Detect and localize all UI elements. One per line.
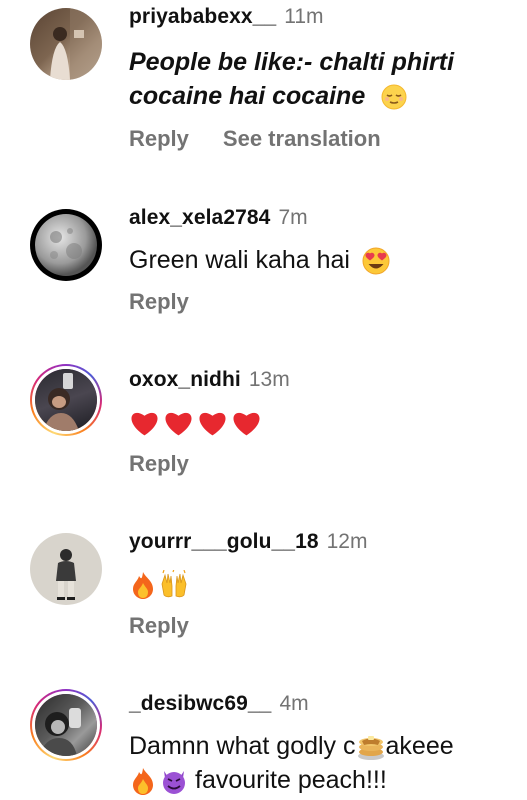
comment-meta: yourrr___golu__18 12m — [129, 530, 367, 554]
comment-text-line: Damnn what godly c akeee — [129, 729, 454, 763]
comment-text-line: People be like:- chalti phirti — [129, 48, 455, 76]
reply-button[interactable]: Reply — [129, 451, 189, 476]
avatar[interactable] — [30, 533, 102, 605]
fire-emoji — [133, 768, 153, 796]
avatar[interactable] — [30, 209, 102, 281]
comment-text-line: cocaine hai cocaine — [129, 79, 454, 113]
timestamp: 4m — [279, 692, 309, 715]
comment-actions: Reply See translation — [129, 126, 381, 152]
reply-button[interactable]: Reply — [129, 289, 189, 314]
reply-button[interactable]: Reply — [129, 613, 189, 638]
username[interactable]: priyababexx__ — [129, 5, 276, 28]
see-translation-button[interactable]: See translation — [223, 126, 381, 151]
avatar-photo — [30, 8, 102, 80]
red-heart-emoji — [131, 413, 158, 436]
pancakes-emoji — [357, 736, 384, 761]
comment-meta: _desibwc69__ 4m — [129, 692, 309, 716]
avatar-photo — [35, 369, 97, 431]
heart-eyes-emoji — [362, 247, 390, 275]
comment-text-line: favourite peach!!! — [129, 763, 454, 797]
comment-actions: Reply — [129, 451, 189, 477]
fire-emoji — [133, 572, 153, 600]
avatar[interactable] — [30, 8, 102, 80]
relieved-face-emoji — [381, 84, 407, 110]
avatar-photo — [30, 209, 102, 281]
reply-button[interactable]: Reply — [129, 126, 189, 151]
avatar-photo — [35, 694, 97, 756]
timestamp: 11m — [284, 5, 324, 28]
username[interactable]: alex_xela2784 — [129, 206, 270, 229]
comment-text: Green wali kaha hai — [129, 243, 391, 277]
comment-actions: Reply — [129, 613, 189, 639]
comment-text — [129, 567, 189, 601]
comment-text: People be like:- chalti phirti cocaine h… — [129, 45, 454, 113]
smiling-devil-emoji — [163, 771, 185, 795]
avatar-photo — [30, 533, 102, 605]
comment-text — [129, 405, 262, 439]
username[interactable]: oxox_nidhi — [129, 368, 241, 391]
red-heart-emoji — [233, 413, 260, 436]
timestamp: 13m — [248, 368, 290, 391]
raising-hands-emoji — [161, 570, 187, 598]
timestamp: 12m — [326, 530, 368, 553]
comment-actions: Reply — [129, 289, 189, 315]
username[interactable]: _desibwc69__ — [129, 692, 271, 715]
comment-meta: alex_xela2784 7m — [129, 206, 308, 230]
timestamp: 7m — [278, 206, 308, 229]
comment-text: Damnn what godly c akeee favourite peach… — [129, 729, 454, 797]
red-heart-emoji — [199, 413, 226, 436]
comment-meta: oxox_nidhi 13m — [129, 368, 290, 392]
avatar-with-story-ring[interactable] — [30, 364, 102, 436]
red-heart-emoji — [165, 413, 192, 436]
username[interactable]: yourrr___golu__18 — [129, 530, 319, 553]
comment-meta: priyababexx__ 11m — [129, 5, 324, 29]
avatar-with-story-ring[interactable] — [30, 689, 102, 761]
